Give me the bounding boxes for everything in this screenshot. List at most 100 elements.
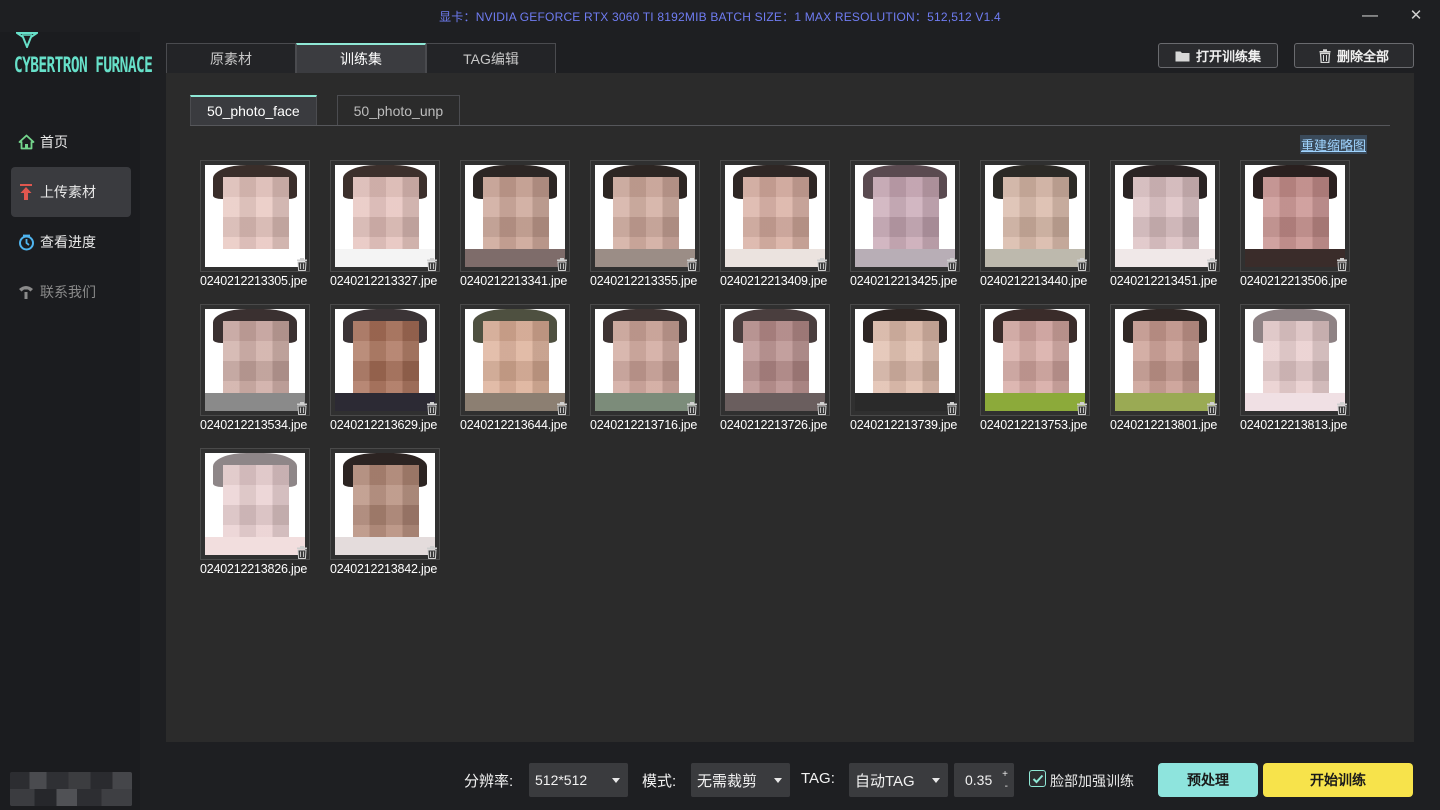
thumbnail-frame[interactable]	[1110, 304, 1220, 416]
thumbnail-item[interactable]: 0240212213716.jpe	[590, 304, 720, 436]
thumbnail-image[interactable]	[1115, 165, 1215, 267]
thumbnail-item[interactable]: 0240212213451.jpe	[1110, 160, 1240, 292]
delete-image-icon[interactable]	[556, 402, 568, 415]
subtab-photo-face[interactable]: 50_photo_face	[190, 95, 317, 125]
delete-image-icon[interactable]	[1206, 258, 1218, 271]
resolution-select[interactable]: 512*512	[529, 763, 628, 797]
delete-image-icon[interactable]	[686, 402, 698, 415]
delete-image-icon[interactable]	[1336, 402, 1348, 415]
thumbnail-frame[interactable]	[850, 304, 960, 416]
thumbnail-image[interactable]	[465, 309, 565, 411]
thumbnail-item[interactable]: 0240212213629.jpe	[330, 304, 460, 436]
thumbnail-frame[interactable]	[720, 304, 830, 416]
subtab-photo-unp[interactable]: 50_photo_unp	[336, 95, 461, 125]
thumbnail-frame[interactable]	[330, 160, 440, 272]
thumbnail-item[interactable]: 0240212213506.jpe	[1240, 160, 1370, 292]
thumbnail-image[interactable]	[855, 165, 955, 267]
start-training-button[interactable]: 开始训练	[1263, 763, 1413, 797]
thumbnail-image[interactable]	[725, 165, 825, 267]
delete-image-icon[interactable]	[1076, 258, 1088, 271]
preprocess-button[interactable]: 预处理	[1158, 763, 1258, 797]
delete-image-icon[interactable]	[1206, 402, 1218, 415]
thumbnail-frame[interactable]	[720, 160, 830, 272]
tab-training-set[interactable]: 训练集	[296, 43, 426, 73]
spin-down-icon[interactable]: -	[1005, 782, 1008, 792]
thumbnail-image[interactable]	[595, 165, 695, 267]
thumbnail-item[interactable]: 0240212213409.jpe	[720, 160, 850, 292]
thumbnail-frame[interactable]	[200, 448, 310, 560]
thumbnail-frame[interactable]	[980, 160, 1090, 272]
thumbnail-image[interactable]	[335, 453, 435, 555]
thumbnail-item[interactable]: 0240212213842.jpe	[330, 448, 460, 580]
thumbnail-frame[interactable]	[980, 304, 1090, 416]
delete-image-icon[interactable]	[296, 546, 308, 559]
thumbnail-image[interactable]	[205, 453, 305, 555]
thumbnail-image[interactable]	[335, 165, 435, 267]
thumbnail-item[interactable]: 0240212213726.jpe	[720, 304, 850, 436]
thumbnail-item[interactable]: 0240212213534.jpe	[200, 304, 330, 436]
delete-image-icon[interactable]	[686, 258, 698, 271]
thumbnail-frame[interactable]	[200, 160, 310, 272]
delete-image-icon[interactable]	[296, 402, 308, 415]
thumbnail-frame[interactable]	[460, 304, 570, 416]
thumbnail-item[interactable]: 0240212213341.jpe	[460, 160, 590, 292]
thumbnail-frame[interactable]	[1240, 304, 1350, 416]
delete-image-icon[interactable]	[426, 546, 438, 559]
thumbnail-image[interactable]	[1115, 309, 1215, 411]
thumbnail-item[interactable]: 0240212213305.jpe	[200, 160, 330, 292]
thumbnail-item[interactable]: 0240212213355.jpe	[590, 160, 720, 292]
thumbnail-image[interactable]	[985, 165, 1085, 267]
sidebar-item-contact[interactable]: 联系我们	[11, 267, 131, 317]
sidebar-item-upload[interactable]: 上传素材	[11, 167, 131, 217]
thumbnail-item[interactable]: 0240212213739.jpe	[850, 304, 980, 436]
thumbnail-image[interactable]	[855, 309, 955, 411]
thumbnail-frame[interactable]	[200, 304, 310, 416]
delete-image-icon[interactable]	[816, 258, 828, 271]
thumbnail-image[interactable]	[335, 309, 435, 411]
tab-tag-editor[interactable]: TAG编辑	[426, 43, 556, 73]
thumbnail-image[interactable]	[1245, 309, 1345, 411]
thumbnail-frame[interactable]	[1240, 160, 1350, 272]
delete-all-button[interactable]: 删除全部	[1294, 43, 1414, 68]
thumbnail-frame[interactable]	[850, 160, 960, 272]
delete-image-icon[interactable]	[946, 402, 958, 415]
threshold-spinbox[interactable]: 0.35 + -	[954, 763, 1014, 797]
thumbnail-item[interactable]: 0240212213327.jpe	[330, 160, 460, 292]
thumbnail-item[interactable]: 0240212213753.jpe	[980, 304, 1110, 436]
sidebar-item-home[interactable]: 首页	[11, 117, 131, 167]
thumbnail-item[interactable]: 0240212213826.jpe	[200, 448, 330, 580]
tag-mode-select[interactable]: 自动TAG	[849, 763, 948, 797]
thumbnail-image[interactable]	[985, 309, 1085, 411]
mode-select[interactable]: 无需裁剪	[691, 763, 790, 797]
thumbnail-item[interactable]: 0240212213425.jpe	[850, 160, 980, 292]
spin-up-icon[interactable]: +	[1002, 770, 1008, 780]
face-enhance-checkbox[interactable]	[1029, 770, 1046, 787]
thumbnail-frame[interactable]	[590, 304, 700, 416]
face-enhance-label[interactable]: 脸部加强训练	[1050, 771, 1134, 791]
close-button[interactable]: ✕	[1406, 6, 1426, 26]
sidebar-item-progress[interactable]: 查看进度	[11, 217, 131, 267]
thumbnail-image[interactable]	[205, 165, 305, 267]
delete-image-icon[interactable]	[296, 258, 308, 271]
thumbnail-item[interactable]: 0240212213813.jpe	[1240, 304, 1370, 436]
open-training-set-button[interactable]: 打开训练集	[1158, 43, 1278, 68]
thumbnail-image[interactable]	[205, 309, 305, 411]
delete-image-icon[interactable]	[426, 258, 438, 271]
thumbnail-item[interactable]: 0240212213440.jpe	[980, 160, 1110, 292]
thumbnail-image[interactable]	[465, 165, 565, 267]
delete-image-icon[interactable]	[1336, 258, 1348, 271]
delete-image-icon[interactable]	[556, 258, 568, 271]
delete-image-icon[interactable]	[946, 258, 958, 271]
thumbnail-item[interactable]: 0240212213644.jpe	[460, 304, 590, 436]
tab-raw-materials[interactable]: 原素材	[166, 43, 296, 73]
delete-image-icon[interactable]	[816, 402, 828, 415]
thumbnail-image[interactable]	[595, 309, 695, 411]
thumbnail-frame[interactable]	[330, 304, 440, 416]
thumbnail-frame[interactable]	[590, 160, 700, 272]
delete-image-icon[interactable]	[1076, 402, 1088, 415]
rebuild-thumbnails-link[interactable]: 重建缩略图	[1300, 135, 1368, 154]
thumbnail-image[interactable]	[725, 309, 825, 411]
delete-image-icon[interactable]	[426, 402, 438, 415]
thumbnail-item[interactable]: 0240212213801.jpe	[1110, 304, 1240, 436]
thumbnail-frame[interactable]	[460, 160, 570, 272]
